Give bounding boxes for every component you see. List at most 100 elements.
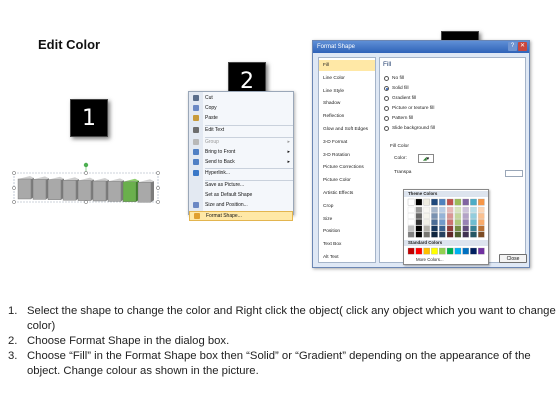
standard-color-swatch [407, 247, 415, 255]
nav-item[interactable]: Shadow [319, 98, 375, 109]
theme-color-swatch [407, 198, 415, 206]
theme-shade-swatch [431, 219, 438, 226]
instruction-step: 2. Choose Format Shape in the dialog box. [8, 334, 556, 349]
context-menu-item[interactable]: Paste [189, 113, 293, 123]
theme-color-swatch [462, 198, 469, 206]
context-menu-item[interactable]: Send to Back ▸ [189, 157, 293, 167]
fill-option[interactable]: Gradient fill [384, 95, 464, 102]
fill-option[interactable]: Pattern fill [384, 115, 464, 122]
context-menu-item[interactable]: Cut [189, 93, 293, 103]
step-text: Select the shape to change the color and… [27, 305, 556, 332]
theme-shade-swatch [415, 225, 423, 232]
gray-block [137, 182, 152, 203]
context-menu-label: Set as Default Shape [205, 192, 253, 198]
context-menu-item[interactable]: Size and Position... [189, 200, 293, 210]
step-number: 3. [8, 350, 18, 362]
theme-shade-swatch [462, 225, 469, 232]
nav-item[interactable]: Size [319, 214, 375, 225]
context-menu-label: Hyperlink... [205, 170, 231, 176]
category-nav: Fill Line Color Line Style Shadow Reflection… [318, 57, 376, 263]
step-text: Choose “Fill” in the Format Shape box th… [27, 350, 531, 377]
theme-color-swatch [478, 198, 485, 206]
nav-item[interactable]: 3-D Rotation [319, 150, 375, 161]
theme-color-swatch [423, 198, 430, 206]
menu-separator [205, 180, 293, 181]
context-menu-item[interactable]: Set as Default Shape [189, 190, 293, 200]
fill-option[interactable]: Picture or texture fill [384, 105, 464, 112]
fill-option[interactable]: Slide background fill [384, 125, 464, 132]
nav-item[interactable]: Artistic Effects [319, 188, 375, 199]
theme-shade-swatch [462, 231, 469, 238]
nav-item[interactable]: Position [319, 226, 375, 237]
standard-color-swatch [439, 247, 446, 255]
fill-color-dropdown[interactable]: ◢▾ [418, 154, 434, 163]
nav-item[interactable]: Alt Text [319, 252, 375, 263]
instruction-step: 3. Choose “Fill” in the Format Shape box … [8, 349, 556, 379]
theme-shade-swatch [446, 206, 454, 213]
nav-item[interactable]: Line Color [319, 73, 375, 84]
fill-option-label: Picture or texture fill [392, 106, 435, 111]
context-menu-item[interactable]: Copy [189, 103, 293, 113]
theme-shade-swatch [431, 206, 438, 213]
radio-button[interactable] [384, 116, 389, 121]
theme-color-swatch [454, 198, 462, 206]
context-menu-item[interactable]: Save as Picture... [189, 180, 293, 190]
dialog-titlebar: Format Shape ? ✕ [313, 41, 529, 53]
size-position-icon [193, 202, 199, 208]
theme-shade-swatch [423, 206, 430, 213]
theme-shade-swatch [454, 219, 462, 226]
context-menu-label: Save as Picture... [205, 182, 245, 188]
transparency-field[interactable] [505, 170, 523, 177]
nav-item[interactable]: Picture Color [319, 175, 375, 186]
theme-shade-swatch [478, 231, 485, 238]
context-menu-item[interactable]: Hyperlink... [189, 168, 293, 178]
theme-shade-swatch [462, 213, 469, 219]
context-menu-item[interactable]: Bring to Front ▸ [189, 147, 293, 157]
bring-to-front-icon [193, 149, 199, 155]
fill-option-label: No fill [392, 76, 404, 81]
nav-item[interactable]: Picture Corrections [319, 162, 375, 173]
context-menu-item[interactable]: Edit Text [189, 125, 293, 135]
theme-shade-swatch [478, 206, 485, 213]
theme-color-swatch [470, 198, 477, 206]
format-shape-icon [194, 213, 200, 219]
radio-button[interactable] [384, 86, 389, 91]
theme-shade-swatch [439, 206, 446, 213]
nav-item[interactable]: Text Box [319, 239, 375, 250]
color-palette: Theme Colors Standard Colors More Colors… [403, 189, 489, 265]
chevron-down-icon: ▾ [426, 156, 430, 162]
context-menu-item[interactable]: Format Shape... [189, 211, 293, 221]
radio-button[interactable] [384, 76, 389, 81]
theme-shade-swatch [415, 219, 423, 226]
context-menu-label: Paste [205, 115, 218, 121]
fill-option-label: Slide background fill [392, 126, 435, 131]
theme-shade-swatch [431, 213, 438, 219]
more-colors-option[interactable]: More Colors... [416, 257, 444, 262]
context-menu-label: Bring to Front [205, 149, 236, 155]
transparency-label: Transpa [394, 170, 412, 175]
theme-shade-swatch [462, 206, 469, 213]
nav-item[interactable]: Line Style [319, 86, 375, 97]
fill-option[interactable]: No fill [384, 75, 464, 82]
close-icon[interactable]: ✕ [518, 42, 527, 51]
nav-item[interactable]: Crop [319, 201, 375, 212]
instruction-step: 1. Select the shape to change the color a… [8, 304, 556, 334]
nav-item[interactable]: 3-D Format [319, 137, 375, 148]
paste-icon [193, 115, 199, 121]
nav-item[interactable]: Fill [319, 60, 375, 71]
fill-heading: Fill [383, 61, 392, 68]
theme-shade-swatch [470, 213, 477, 219]
fill-option[interactable]: Solid fill [384, 85, 464, 92]
theme-shade-swatch [478, 213, 485, 219]
nav-item[interactable]: Reflection [319, 111, 375, 122]
fill-option-label: Gradient fill [392, 96, 417, 101]
nav-item[interactable]: Glow and Soft Edges [319, 124, 375, 135]
selected-shape[interactable] [8, 162, 160, 210]
radio-button[interactable] [384, 96, 389, 101]
theme-shade-swatch [439, 213, 446, 219]
help-button[interactable]: ? [508, 42, 517, 51]
close-button[interactable]: Close [499, 254, 527, 263]
radio-button[interactable] [384, 106, 389, 111]
scissors-icon [193, 95, 199, 101]
radio-button[interactable] [384, 126, 389, 131]
